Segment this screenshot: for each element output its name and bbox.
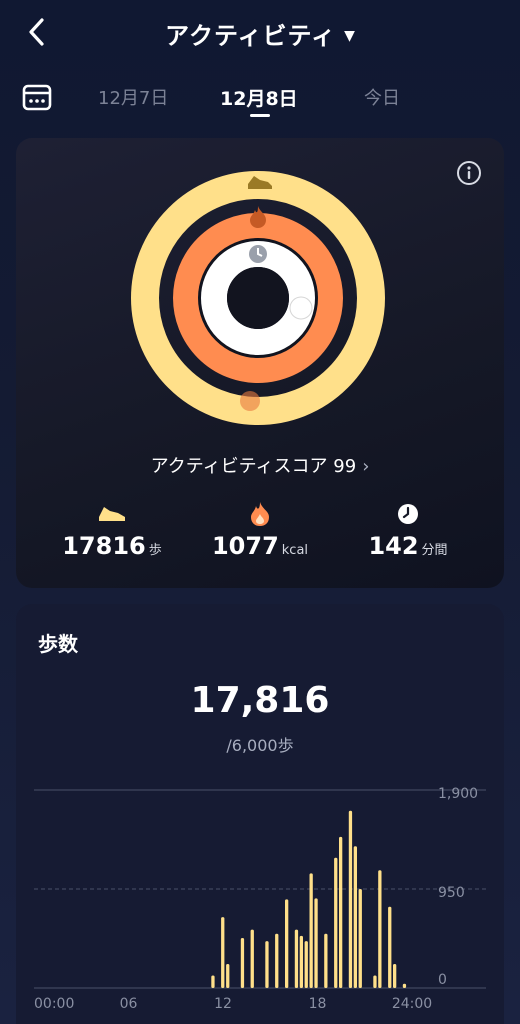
steps-goal: /6,000歩 xyxy=(226,736,294,755)
step-bar xyxy=(265,941,269,988)
calendar-icon xyxy=(22,84,52,111)
step-bar xyxy=(240,938,245,988)
tab-active-indicator xyxy=(250,114,270,117)
activity-card[interactable]: アクティビティスコア 99 › 17816 歩 1077 kcal 142 分間 xyxy=(16,138,504,588)
clock-icon xyxy=(398,504,418,524)
x-tick-label: 06 xyxy=(120,996,138,1012)
minutes-stat-unit: 分間 xyxy=(421,543,448,558)
step-bar xyxy=(402,983,407,988)
step-bar xyxy=(334,857,338,988)
step-bar xyxy=(378,870,382,988)
flame-icon xyxy=(251,502,269,526)
step-bar xyxy=(275,933,279,988)
step-bar xyxy=(324,933,328,988)
y-tick-label: 0 xyxy=(438,972,447,988)
y-tick-label: 950 xyxy=(438,885,465,901)
step-bar xyxy=(221,917,225,988)
calories-stat-unit: kcal xyxy=(281,543,309,558)
app-header: アクティビティ ▼ xyxy=(0,0,520,66)
calendar-button[interactable] xyxy=(22,82,52,112)
tab-today[interactable]: 今日 xyxy=(364,84,400,110)
info-button[interactable] xyxy=(456,160,482,186)
date-tabs: 12月7日 12月8日 今日 xyxy=(0,72,520,126)
shoe-icon xyxy=(99,507,125,521)
x-tick-label: 18 xyxy=(309,996,327,1012)
steps-title: 歩数 xyxy=(38,632,78,656)
step-bar xyxy=(309,873,313,988)
stat-steps: 17816 歩 xyxy=(32,502,192,560)
tab-dec-7[interactable]: 12月7日 xyxy=(98,84,168,110)
steps-stat-value: 17816 xyxy=(62,532,146,560)
step-bar xyxy=(250,929,254,988)
title-dropdown[interactable]: アクティビティ ▼ xyxy=(0,16,520,51)
step-bar xyxy=(393,964,397,988)
x-tick-label: 12 xyxy=(214,996,232,1012)
calories-stat-value: 1077 xyxy=(211,532,279,560)
step-bar xyxy=(299,935,303,988)
chevron-right-icon: › xyxy=(362,456,370,477)
clock-icon xyxy=(249,245,267,263)
activity-score-link[interactable]: アクティビティスコア 99 › xyxy=(16,452,504,478)
step-bar xyxy=(304,941,308,988)
step-bar xyxy=(294,929,299,988)
step-bar xyxy=(226,964,230,988)
stat-minutes: 142 分間 xyxy=(328,502,488,560)
step-bar xyxy=(211,975,215,988)
step-bar xyxy=(388,906,392,988)
step-bar xyxy=(373,975,377,988)
step-bar xyxy=(285,899,289,988)
step-bar xyxy=(314,898,318,988)
steps-bar-chart: 1,900 950 0 00:00 06 12 18 24:00 xyxy=(34,786,486,1012)
tab-dec-8[interactable]: 12月8日 xyxy=(220,84,298,111)
steps-stat-unit: 歩 xyxy=(148,543,162,558)
stat-calories: 1077 kcal xyxy=(180,502,340,560)
page-title: アクティビティ xyxy=(165,22,337,50)
activity-score-label: アクティビティスコア 99 xyxy=(150,456,357,477)
minutes-stat-value: 142 xyxy=(368,532,419,560)
step-bar xyxy=(353,846,357,988)
x-tick-label: 00:00 xyxy=(34,996,74,1012)
steps-total: 17,816 xyxy=(190,680,330,721)
x-tick-label: 24:00 xyxy=(392,996,432,1012)
flame-icon xyxy=(250,206,266,228)
step-bar xyxy=(348,810,353,988)
step-bar xyxy=(339,836,343,988)
activity-rings xyxy=(131,171,385,425)
activity-screen: アクティビティ ▼ 12月7日 12月8日 今日 アクティビティスコア 99 ›… xyxy=(0,0,520,1024)
info-icon xyxy=(457,161,481,185)
step-bar xyxy=(358,889,362,988)
steps-card[interactable]: 歩数 17,816 /6,000歩 1,900 950 0 00:00 06 12 18 24… xyxy=(16,604,504,1024)
caret-down-icon: ▼ xyxy=(344,28,355,44)
y-tick-label: 1,900 xyxy=(438,786,478,802)
